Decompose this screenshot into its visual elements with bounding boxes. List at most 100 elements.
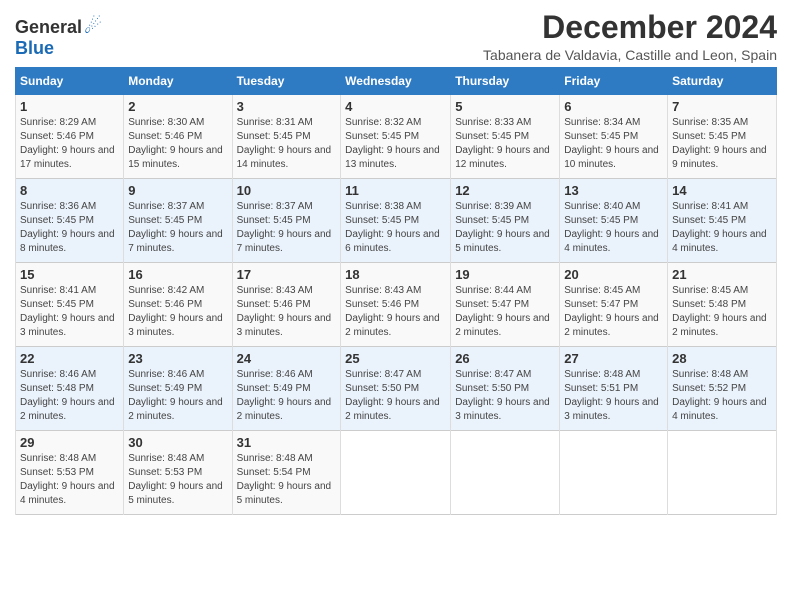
calendar-row: 22 Sunrise: 8:46 AMSunset: 5:48 PMDaylig… <box>16 347 777 431</box>
day-number: 27 <box>564 351 663 366</box>
col-friday: Friday <box>560 68 668 95</box>
day-number: 25 <box>345 351 446 366</box>
table-row <box>668 431 777 515</box>
logo-blue-text: Blue <box>15 39 54 57</box>
table-row: 8 Sunrise: 8:36 AMSunset: 5:45 PMDayligh… <box>16 179 124 263</box>
logo-bird-icon: ☄ <box>84 14 102 39</box>
table-row: 11 Sunrise: 8:38 AMSunset: 5:45 PMDaylig… <box>341 179 451 263</box>
day-detail: Sunrise: 8:37 AMSunset: 5:45 PMDaylight:… <box>128 201 223 254</box>
day-detail: Sunrise: 8:38 AMSunset: 5:45 PMDaylight:… <box>345 201 440 254</box>
day-number: 22 <box>20 351 119 366</box>
table-row: 23 Sunrise: 8:46 AMSunset: 5:49 PMDaylig… <box>124 347 232 431</box>
day-number: 11 <box>345 183 446 198</box>
day-number: 30 <box>128 435 227 450</box>
day-number: 15 <box>20 267 119 282</box>
day-number: 6 <box>564 99 663 114</box>
day-detail: Sunrise: 8:41 AMSunset: 5:45 PMDaylight:… <box>20 285 115 338</box>
month-title: December 2024 <box>483 10 777 45</box>
day-number: 4 <box>345 99 446 114</box>
day-number: 5 <box>455 99 555 114</box>
location-title: Tabanera de Valdavia, Castille and Leon,… <box>483 47 777 63</box>
day-detail: Sunrise: 8:46 AMSunset: 5:49 PMDaylight:… <box>237 369 332 422</box>
table-row: 29 Sunrise: 8:48 AMSunset: 5:53 PMDaylig… <box>16 431 124 515</box>
table-row: 22 Sunrise: 8:46 AMSunset: 5:48 PMDaylig… <box>16 347 124 431</box>
day-number: 2 <box>128 99 227 114</box>
day-number: 18 <box>345 267 446 282</box>
day-number: 17 <box>237 267 337 282</box>
day-detail: Sunrise: 8:46 AMSunset: 5:48 PMDaylight:… <box>20 369 115 422</box>
day-number: 21 <box>672 267 772 282</box>
table-row: 7 Sunrise: 8:35 AMSunset: 5:45 PMDayligh… <box>668 95 777 179</box>
logo: General ☄ Blue <box>15 10 102 57</box>
day-number: 19 <box>455 267 555 282</box>
day-detail: Sunrise: 8:29 AMSunset: 5:46 PMDaylight:… <box>20 117 115 170</box>
calendar-table: Sunday Monday Tuesday Wednesday Thursday… <box>15 67 777 515</box>
day-detail: Sunrise: 8:43 AMSunset: 5:46 PMDaylight:… <box>345 285 440 338</box>
table-row: 2 Sunrise: 8:30 AMSunset: 5:46 PMDayligh… <box>124 95 232 179</box>
day-detail: Sunrise: 8:34 AMSunset: 5:45 PMDaylight:… <box>564 117 659 170</box>
day-number: 1 <box>20 99 119 114</box>
table-row: 28 Sunrise: 8:48 AMSunset: 5:52 PMDaylig… <box>668 347 777 431</box>
calendar-row: 15 Sunrise: 8:41 AMSunset: 5:45 PMDaylig… <box>16 263 777 347</box>
day-detail: Sunrise: 8:47 AMSunset: 5:50 PMDaylight:… <box>455 369 550 422</box>
day-number: 29 <box>20 435 119 450</box>
table-row: 12 Sunrise: 8:39 AMSunset: 5:45 PMDaylig… <box>451 179 560 263</box>
table-row: 30 Sunrise: 8:48 AMSunset: 5:53 PMDaylig… <box>124 431 232 515</box>
table-row <box>451 431 560 515</box>
table-row <box>341 431 451 515</box>
day-number: 8 <box>20 183 119 198</box>
col-saturday: Saturday <box>668 68 777 95</box>
table-row: 18 Sunrise: 8:43 AMSunset: 5:46 PMDaylig… <box>341 263 451 347</box>
day-detail: Sunrise: 8:43 AMSunset: 5:46 PMDaylight:… <box>237 285 332 338</box>
title-area: December 2024 Tabanera de Valdavia, Cast… <box>483 10 777 63</box>
col-thursday: Thursday <box>451 68 560 95</box>
day-detail: Sunrise: 8:48 AMSunset: 5:53 PMDaylight:… <box>128 453 223 506</box>
day-number: 10 <box>237 183 337 198</box>
day-detail: Sunrise: 8:46 AMSunset: 5:49 PMDaylight:… <box>128 369 223 422</box>
table-row: 25 Sunrise: 8:47 AMSunset: 5:50 PMDaylig… <box>341 347 451 431</box>
day-number: 3 <box>237 99 337 114</box>
day-detail: Sunrise: 8:41 AMSunset: 5:45 PMDaylight:… <box>672 201 767 254</box>
day-detail: Sunrise: 8:42 AMSunset: 5:46 PMDaylight:… <box>128 285 223 338</box>
day-detail: Sunrise: 8:40 AMSunset: 5:45 PMDaylight:… <box>564 201 659 254</box>
day-number: 31 <box>237 435 337 450</box>
logo-general-text: General <box>15 18 82 36</box>
day-detail: Sunrise: 8:39 AMSunset: 5:45 PMDaylight:… <box>455 201 550 254</box>
day-number: 7 <box>672 99 772 114</box>
table-row: 4 Sunrise: 8:32 AMSunset: 5:45 PMDayligh… <box>341 95 451 179</box>
day-number: 26 <box>455 351 555 366</box>
day-number: 12 <box>455 183 555 198</box>
day-number: 24 <box>237 351 337 366</box>
day-detail: Sunrise: 8:47 AMSunset: 5:50 PMDaylight:… <box>345 369 440 422</box>
page-header: General ☄ Blue December 2024 Tabanera de… <box>15 10 777 63</box>
day-detail: Sunrise: 8:48 AMSunset: 5:51 PMDaylight:… <box>564 369 659 422</box>
day-number: 9 <box>128 183 227 198</box>
table-row: 10 Sunrise: 8:37 AMSunset: 5:45 PMDaylig… <box>232 179 341 263</box>
day-number: 23 <box>128 351 227 366</box>
table-row: 5 Sunrise: 8:33 AMSunset: 5:45 PMDayligh… <box>451 95 560 179</box>
day-detail: Sunrise: 8:31 AMSunset: 5:45 PMDaylight:… <box>237 117 332 170</box>
table-row: 14 Sunrise: 8:41 AMSunset: 5:45 PMDaylig… <box>668 179 777 263</box>
day-detail: Sunrise: 8:32 AMSunset: 5:45 PMDaylight:… <box>345 117 440 170</box>
table-row: 26 Sunrise: 8:47 AMSunset: 5:50 PMDaylig… <box>451 347 560 431</box>
day-number: 16 <box>128 267 227 282</box>
day-number: 13 <box>564 183 663 198</box>
table-row: 24 Sunrise: 8:46 AMSunset: 5:49 PMDaylig… <box>232 347 341 431</box>
day-detail: Sunrise: 8:33 AMSunset: 5:45 PMDaylight:… <box>455 117 550 170</box>
day-detail: Sunrise: 8:48 AMSunset: 5:53 PMDaylight:… <box>20 453 115 506</box>
col-tuesday: Tuesday <box>232 68 341 95</box>
col-monday: Monday <box>124 68 232 95</box>
table-row: 20 Sunrise: 8:45 AMSunset: 5:47 PMDaylig… <box>560 263 668 347</box>
table-row: 15 Sunrise: 8:41 AMSunset: 5:45 PMDaylig… <box>16 263 124 347</box>
day-detail: Sunrise: 8:37 AMSunset: 5:45 PMDaylight:… <box>237 201 332 254</box>
table-row: 3 Sunrise: 8:31 AMSunset: 5:45 PMDayligh… <box>232 95 341 179</box>
table-row: 16 Sunrise: 8:42 AMSunset: 5:46 PMDaylig… <box>124 263 232 347</box>
day-detail: Sunrise: 8:48 AMSunset: 5:54 PMDaylight:… <box>237 453 332 506</box>
table-row <box>560 431 668 515</box>
day-detail: Sunrise: 8:36 AMSunset: 5:45 PMDaylight:… <box>20 201 115 254</box>
table-row: 19 Sunrise: 8:44 AMSunset: 5:47 PMDaylig… <box>451 263 560 347</box>
day-detail: Sunrise: 8:30 AMSunset: 5:46 PMDaylight:… <box>128 117 223 170</box>
day-detail: Sunrise: 8:45 AMSunset: 5:47 PMDaylight:… <box>564 285 659 338</box>
table-row: 31 Sunrise: 8:48 AMSunset: 5:54 PMDaylig… <box>232 431 341 515</box>
header-row: Sunday Monday Tuesday Wednesday Thursday… <box>16 68 777 95</box>
